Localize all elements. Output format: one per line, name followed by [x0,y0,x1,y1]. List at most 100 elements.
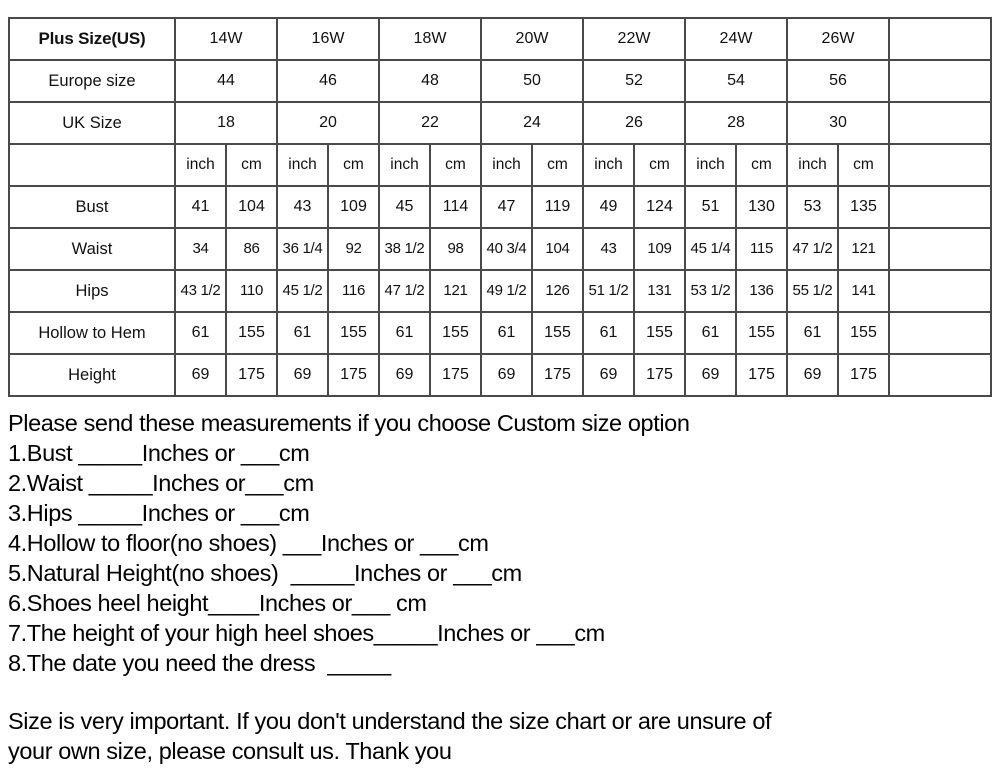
table-row-bust: Bust 41 104 43 109 45 114 47 119 49 124 … [8,185,992,229]
cell-hollow-1: 155 [225,311,278,355]
cell-hips-2: 45 1/2 [276,269,329,313]
cell-europe-size-1: 44 [174,59,278,103]
cell-bust-7: 119 [531,185,584,229]
cell-waist-6: 40 3/4 [480,227,533,271]
cell-hips-5: 121 [429,269,482,313]
cell-uk-size-5: 26 [582,101,686,145]
cell-height-3: 175 [327,353,380,397]
cell-uk-size-4: 24 [480,101,584,145]
measurement-instructions: Please send these measurements if you ch… [8,408,988,766]
cell-waist-4: 38 1/2 [378,227,431,271]
cell-hollow-6: 61 [480,311,533,355]
row-header-units-blank [8,143,176,187]
cell-waist-1: 86 [225,227,278,271]
cell-height-12: 69 [786,353,839,397]
cell-height-2: 69 [276,353,329,397]
table-row-plus-size: Plus Size(US) 14W 16W 18W 20W 22W 24W 26… [8,17,992,61]
cell-unit-10: inch [684,143,737,187]
cell-waist-2: 36 1/4 [276,227,329,271]
instruction-item-5: 5.Natural Height(no shoes) _____Inches o… [8,560,522,586]
cell-waist-7: 104 [531,227,584,271]
cell-hips-8: 51 1/2 [582,269,635,313]
cell-hips-6: 49 1/2 [480,269,533,313]
cell-hips-1: 110 [225,269,278,313]
cell-uk-size-1: 18 [174,101,278,145]
cell-trailing-blank-plus-size [888,17,992,61]
cell-trailing-blank-uk [888,101,992,145]
cell-hollow-8: 61 [582,311,635,355]
row-header-bust: Bust [8,185,176,229]
instruction-item-4: 4.Hollow to floor(no shoes) ___Inches or… [8,530,489,556]
cell-hollow-5: 155 [429,311,482,355]
row-header-uk-size: UK Size [8,101,176,145]
cell-hips-4: 47 1/2 [378,269,431,313]
cell-trailing-blank-hollow [888,311,992,355]
cell-hollow-7: 155 [531,311,584,355]
cell-height-8: 69 [582,353,635,397]
cell-plus-size-22w: 22W [582,17,686,61]
instruction-item-2: 2.Waist _____Inches or___cm [8,470,314,496]
cell-hollow-11: 155 [735,311,788,355]
cell-unit-1: cm [225,143,278,187]
cell-trailing-blank-height [888,353,992,397]
cell-unit-8: inch [582,143,635,187]
cell-plus-size-20w: 20W [480,17,584,61]
cell-bust-13: 135 [837,185,890,229]
cell-hollow-0: 61 [174,311,227,355]
cell-trailing-blank-hips [888,269,992,313]
cell-hips-10: 53 1/2 [684,269,737,313]
cell-height-11: 175 [735,353,788,397]
cell-bust-3: 109 [327,185,380,229]
cell-trailing-blank-bust [888,185,992,229]
table-row-hollow-to-hem: Hollow to Hem 61 155 61 155 61 155 61 15… [8,311,992,355]
cell-hollow-10: 61 [684,311,737,355]
cell-bust-10: 51 [684,185,737,229]
footer-note-line-2: your own size, please consult us. Thank … [8,738,452,764]
size-chart-container: Plus Size(US) 14W 16W 18W 20W 22W 24W 26… [8,17,992,397]
cell-waist-13: 121 [837,227,890,271]
row-header-height: Height [8,353,176,397]
cell-unit-0: inch [174,143,227,187]
cell-bust-1: 104 [225,185,278,229]
cell-bust-8: 49 [582,185,635,229]
cell-height-7: 175 [531,353,584,397]
cell-bust-12: 53 [786,185,839,229]
cell-unit-13: cm [837,143,890,187]
cell-bust-5: 114 [429,185,482,229]
cell-height-6: 69 [480,353,533,397]
cell-europe-size-3: 48 [378,59,482,103]
cell-trailing-blank-waist [888,227,992,271]
cell-unit-11: cm [735,143,788,187]
table-row-units: inch cm inch cm inch cm inch cm inch cm … [8,143,992,187]
notes-spacer [8,678,988,706]
cell-uk-size-6: 28 [684,101,788,145]
cell-bust-0: 41 [174,185,227,229]
cell-plus-size-26w: 26W [786,17,890,61]
cell-waist-10: 45 1/4 [684,227,737,271]
cell-plus-size-16w: 16W [276,17,380,61]
table-row-height: Height 69 175 69 175 69 175 69 175 69 17… [8,353,992,397]
cell-height-9: 175 [633,353,686,397]
cell-waist-9: 109 [633,227,686,271]
cell-bust-2: 43 [276,185,329,229]
cell-bust-6: 47 [480,185,533,229]
cell-hips-11: 136 [735,269,788,313]
cell-height-1: 175 [225,353,278,397]
cell-hips-13: 141 [837,269,890,313]
instructions-intro: Please send these measurements if you ch… [8,410,690,436]
cell-unit-2: inch [276,143,329,187]
cell-unit-5: cm [429,143,482,187]
cell-waist-5: 98 [429,227,482,271]
cell-uk-size-3: 22 [378,101,482,145]
cell-unit-9: cm [633,143,686,187]
cell-height-0: 69 [174,353,227,397]
cell-hollow-3: 155 [327,311,380,355]
table-row-europe-size: Europe size 44 46 48 50 52 54 56 [8,59,992,103]
cell-unit-4: inch [378,143,431,187]
cell-hollow-13: 155 [837,311,890,355]
cell-waist-12: 47 1/2 [786,227,839,271]
cell-hips-7: 126 [531,269,584,313]
row-header-plus-size: Plus Size(US) [8,17,176,61]
cell-hollow-4: 61 [378,311,431,355]
cell-bust-4: 45 [378,185,431,229]
